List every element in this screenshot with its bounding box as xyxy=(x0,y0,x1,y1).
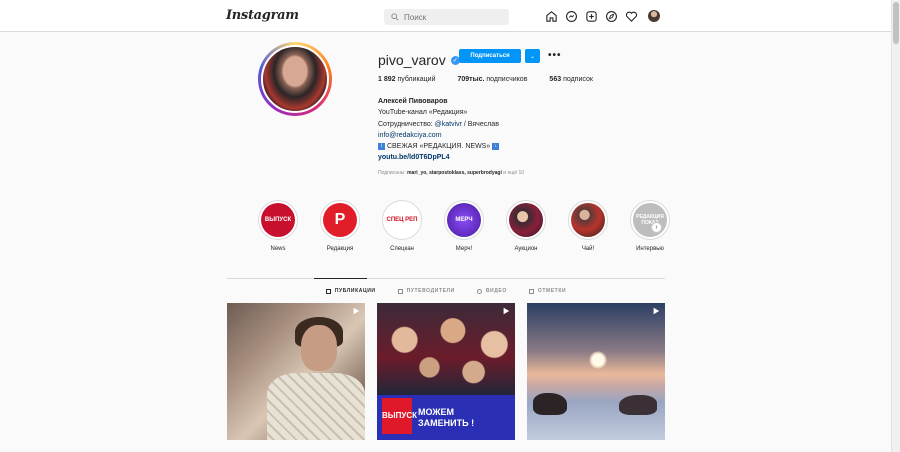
post-thumbnail[interactable] xyxy=(527,303,665,440)
bio-line-2: Сотрудничество: @katvivr / Вячеслав xyxy=(378,120,499,128)
tab-posts[interactable]: ПУБЛИКАЦИИ xyxy=(325,288,376,294)
highlight-cover: РЕДАКЦИЯ ПОКАЗ xyxy=(633,203,667,237)
search-box[interactable] xyxy=(384,9,509,25)
username-text: pivo_varov xyxy=(378,52,446,68)
highlight-label: Редакция xyxy=(326,246,354,252)
top-navbar: Instagram xyxy=(0,0,891,32)
highlight-label: Аукцион xyxy=(514,246,538,252)
tab-video[interactable]: ВИДЕО xyxy=(476,288,507,294)
tab-guides[interactable]: ПУТЕВОДИТЕЛИ xyxy=(397,288,455,294)
user-avatar[interactable] xyxy=(648,10,660,22)
followers-stat[interactable]: 709тыс. подписчиков xyxy=(457,76,527,83)
reel-icon xyxy=(653,307,660,315)
highlight-redakciya[interactable]: P Редакция xyxy=(309,200,371,252)
highlight-cover xyxy=(509,203,543,237)
post-thumbnail[interactable]: ВЫПУСК МОЖЕМ ЗАМЕНИТЬ ! xyxy=(377,303,515,440)
bio-line-4: i СВЕЖАЯ «РЕДАКЦИЯ. NEWS» ↓ xyxy=(378,141,500,152)
posts-grid: ВЫПУСК МОЖЕМ ЗАМЕНИТЬ ! xyxy=(227,303,665,440)
active-tab-indicator xyxy=(314,278,367,279)
scrollbar-thumb[interactable] xyxy=(893,2,899,44)
bio-email: info@redakciya.com xyxy=(378,131,442,139)
home-icon[interactable] xyxy=(545,10,558,23)
explore-icon[interactable] xyxy=(605,10,618,23)
arrow-down-icon: ↓ xyxy=(492,142,500,150)
profile-username: pivo_varov ✓ xyxy=(378,52,460,68)
page-scrollbar[interactable] xyxy=(891,0,900,452)
nav-icons xyxy=(545,10,660,23)
profile-stats: 1 892 публикаций 709тыс. подписчиков 563… xyxy=(378,76,615,83)
highlight-auction[interactable]: Аукцион xyxy=(495,200,557,252)
info-icon: i xyxy=(378,142,385,150)
highlight-label: Интервью xyxy=(636,246,664,252)
profile-photo xyxy=(261,45,329,113)
followed-by-text[interactable]: Подписаны: mari_yo, starpostoklass, supe… xyxy=(378,170,524,176)
reel-icon xyxy=(353,307,360,315)
highlight-label: Мерч! xyxy=(455,246,473,252)
highlight-label: Спецкан xyxy=(390,246,414,252)
posts-stat: 1 892 публикаций xyxy=(378,76,436,83)
highlight-cover: МЕРЧ xyxy=(447,203,481,237)
highlight-specreport[interactable]: СПЕЦ РЕП Спецкан xyxy=(371,200,433,252)
highlight-cover xyxy=(571,203,605,237)
highlight-cover: P xyxy=(323,203,357,237)
profile-avatar[interactable] xyxy=(258,42,332,116)
following-stat[interactable]: 563 подписок xyxy=(549,76,593,83)
story-highlights: ВЫПУСК News P Редакция СПЕЦ РЕП Спецкан … xyxy=(247,200,681,252)
follow-button[interactable]: Подписаться xyxy=(459,49,521,63)
bio-external-link[interactable]: youtu.be/ld0T6DpPL4 xyxy=(378,152,499,163)
highlight-tea[interactable]: Чай! xyxy=(557,200,619,252)
highlight-cover: СПЕЦ РЕП xyxy=(385,203,419,237)
tag-icon xyxy=(528,288,534,294)
tabs-divider xyxy=(227,278,665,279)
full-name: Алексей Пивоваров xyxy=(378,98,448,105)
profile-bio: Алексей Пивоваров YouTube-канал «Редакци… xyxy=(378,96,500,164)
search-input[interactable] xyxy=(404,12,494,22)
suggested-dropdown-button[interactable]: ⌄ xyxy=(525,49,540,63)
more-options-icon[interactable]: ••• xyxy=(548,50,562,61)
post-badge: ВЫПУСК xyxy=(382,398,417,434)
profile-tabs: ПУБЛИКАЦИИ ПУТЕВОДИТЕЛИ ВИДЕО ОТМЕТКИ xyxy=(227,288,665,294)
post-caption-overlay: МОЖЕМ ЗАМЕНИТЬ ! xyxy=(418,407,475,428)
new-post-icon[interactable] xyxy=(585,10,598,23)
search-icon xyxy=(391,13,399,21)
highlight-cover: ВЫПУСК xyxy=(261,203,295,237)
grid-icon xyxy=(325,288,331,294)
highlight-interview[interactable]: РЕДАКЦИЯ ПОКАЗ Интервью xyxy=(619,200,681,252)
messenger-icon[interactable] xyxy=(565,10,578,23)
video-icon xyxy=(476,288,482,294)
instagram-logo[interactable]: Instagram xyxy=(226,8,299,23)
highlight-label: Чай! xyxy=(581,246,595,252)
bio-line-1: YouTube-канал «Редакция» xyxy=(378,109,468,117)
bio-mention-link[interactable]: @katvivr xyxy=(435,121,462,128)
heart-icon[interactable] xyxy=(625,10,638,23)
post-thumbnail[interactable] xyxy=(227,303,365,440)
reel-icon xyxy=(503,307,510,315)
highlight-news[interactable]: ВЫПУСК News xyxy=(247,200,309,252)
tab-tagged[interactable]: ОТМЕТКИ xyxy=(528,288,566,294)
guide-icon xyxy=(397,288,403,294)
highlight-merch[interactable]: МЕРЧ Мерч! xyxy=(433,200,495,252)
highlights-next-arrow-icon[interactable]: › xyxy=(651,222,662,233)
highlight-label: News xyxy=(270,246,286,252)
